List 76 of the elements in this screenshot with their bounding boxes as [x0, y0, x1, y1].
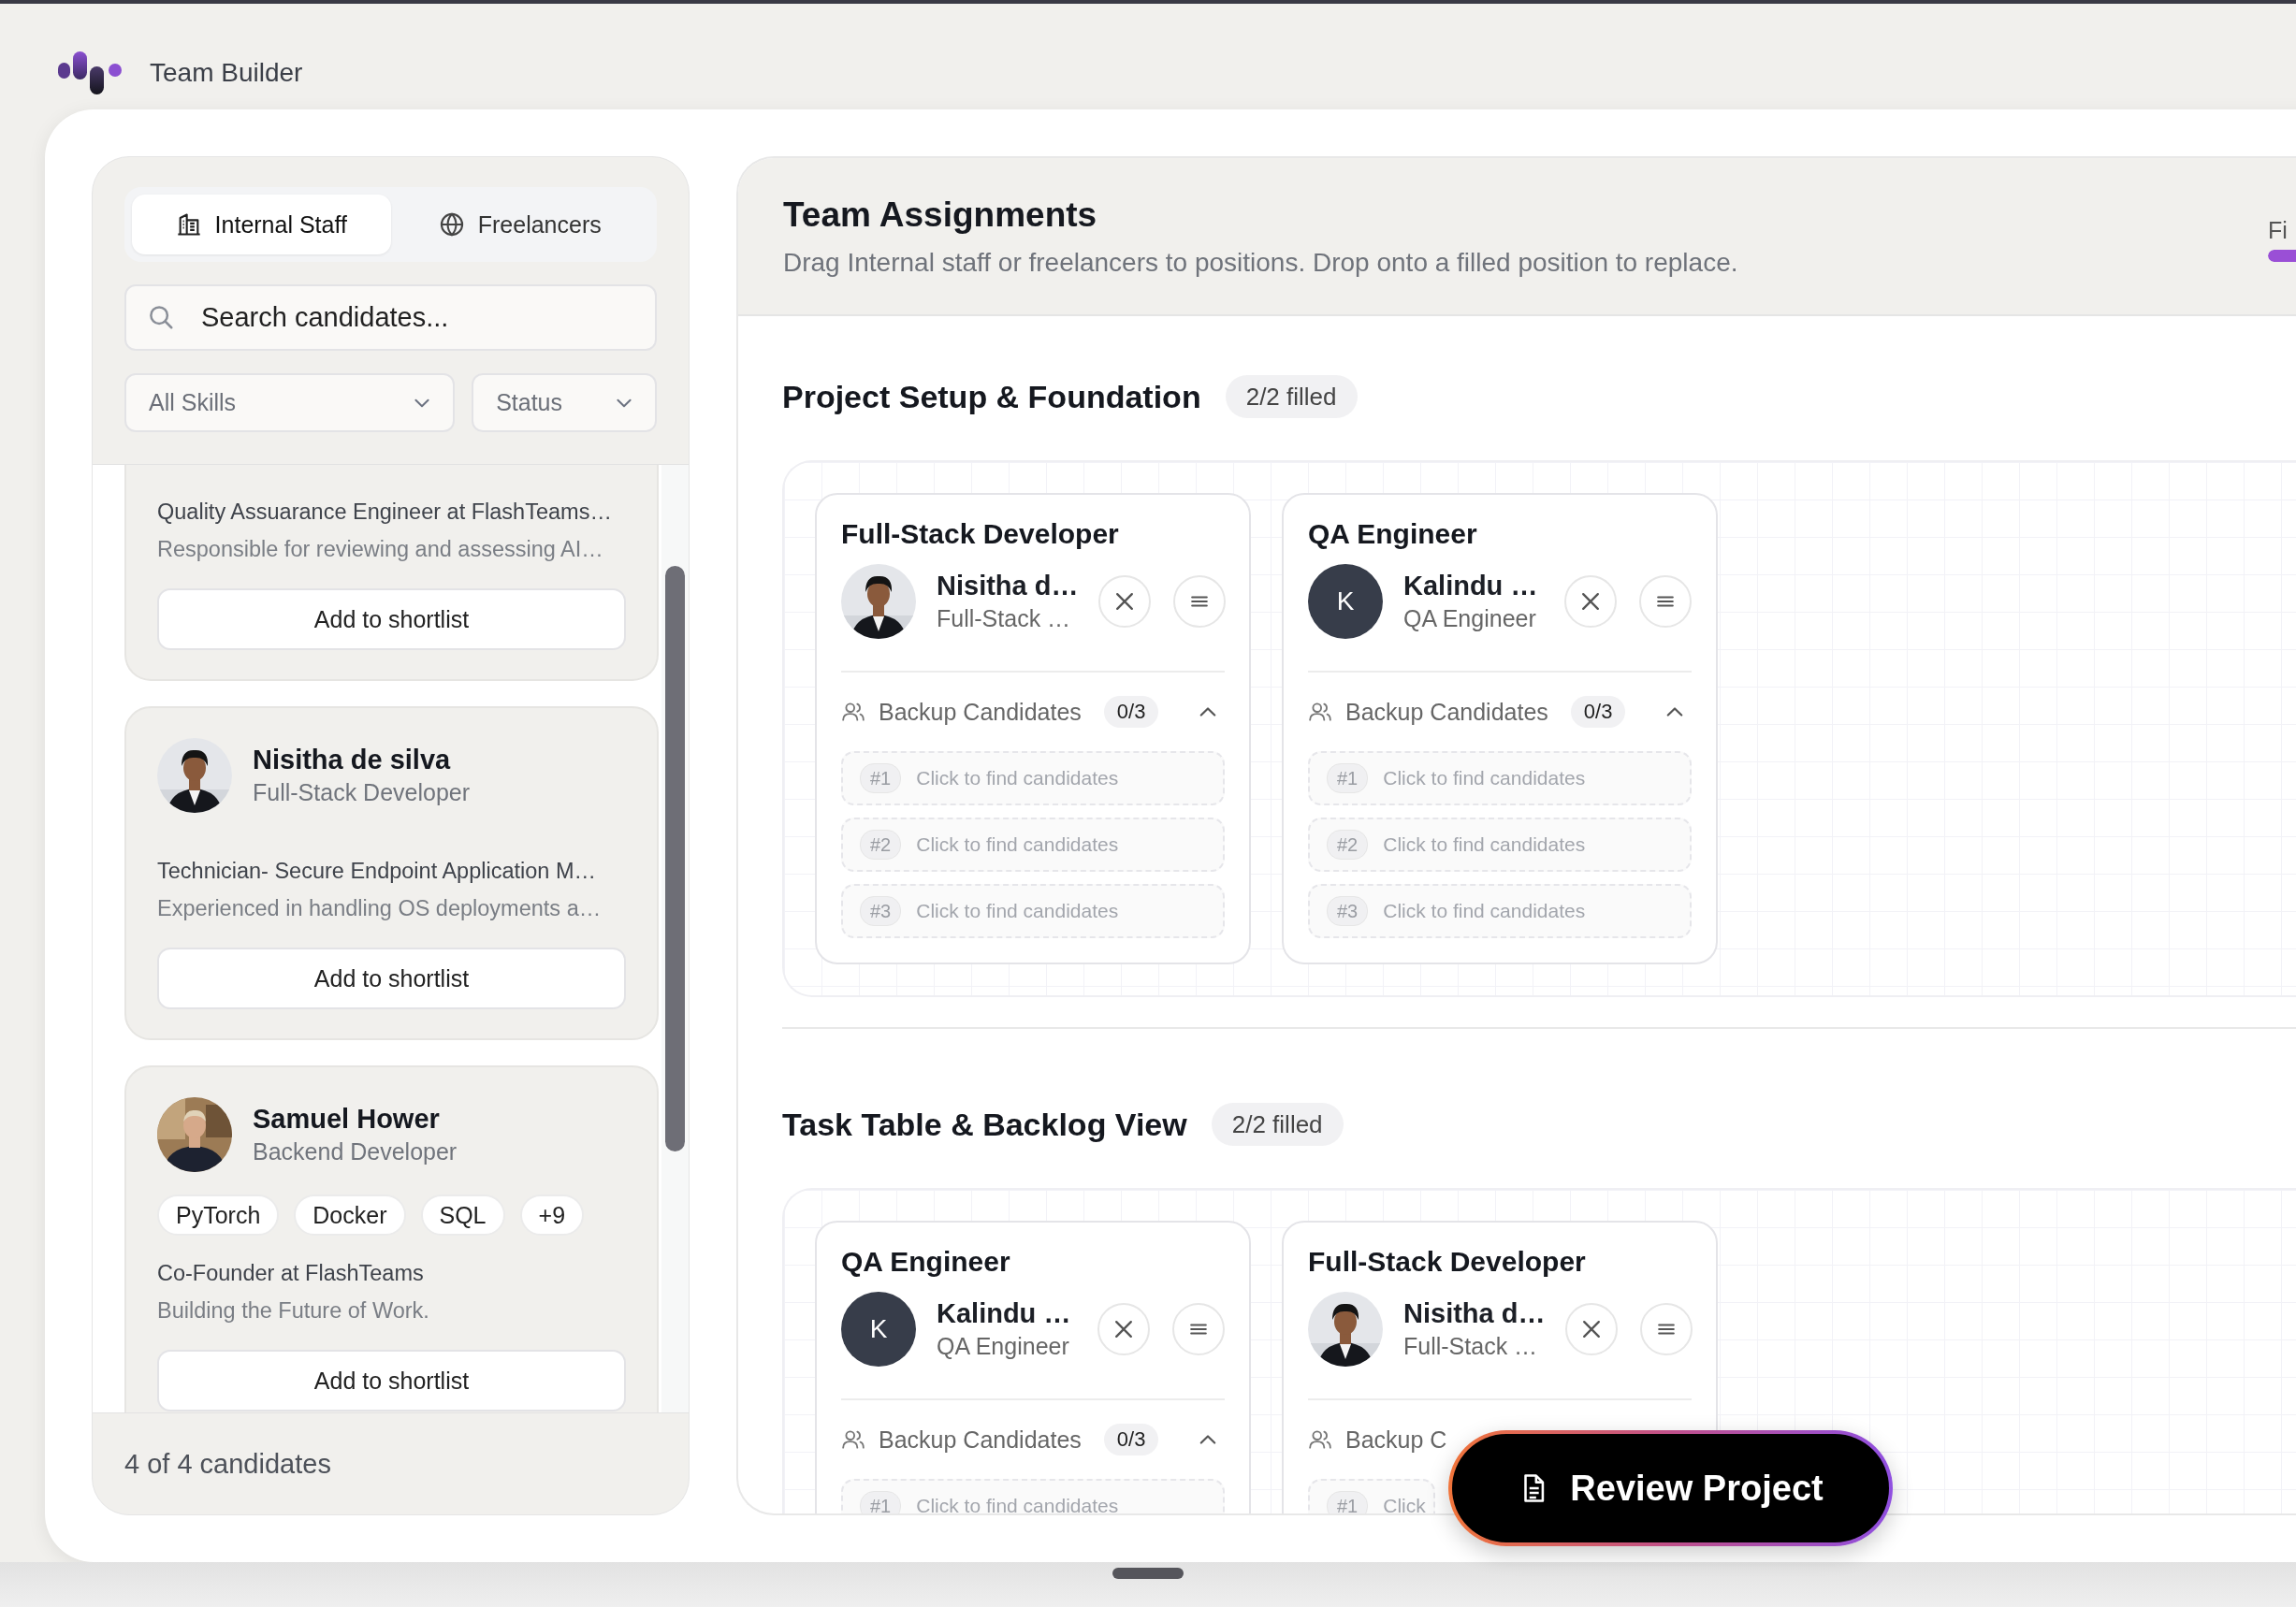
- section-title: Task Table & Backlog View: [782, 1106, 1187, 1143]
- backup-count: 0/3: [1103, 696, 1159, 728]
- slot-number: #1: [1327, 1491, 1369, 1513]
- position-title: QA Engineer: [841, 1245, 1011, 1279]
- assignee-name: Kalindu …: [937, 1297, 1071, 1330]
- shortlist-button[interactable]: Add to shortlist: [157, 1350, 626, 1412]
- search-field[interactable]: Search candidates...: [124, 284, 657, 351]
- candidate-summary: Experienced in handling OS deployments a…: [157, 895, 603, 922]
- candidate-count: 4 of 4 candidates: [124, 1448, 331, 1480]
- drag-handle[interactable]: [1112, 1568, 1184, 1579]
- filled-badge: 2/2 filled: [1225, 375, 1358, 418]
- assignee-name: Nisitha d…: [1403, 1297, 1546, 1330]
- position-title: Full-Stack Developer: [1308, 1245, 1587, 1279]
- assignee-name: Nisitha d…: [937, 570, 1079, 602]
- assignee-role: QA Engineer: [1403, 604, 1537, 633]
- skill-tag: +9: [519, 1194, 585, 1236]
- slot-number: #2: [1327, 830, 1369, 860]
- assignee-role: Full-Stack …: [937, 604, 1072, 633]
- search-icon: [147, 303, 175, 331]
- globe-icon: [438, 211, 465, 238]
- tab[interactable]: Freelancers: [390, 195, 649, 254]
- scrollbar-thumb[interactable]: [665, 566, 685, 1151]
- filter-dropdown[interactable]: All Skills: [124, 373, 456, 432]
- candidate-slot[interactable]: #3 Click to find candidates: [1308, 884, 1692, 938]
- panel-subtitle: Drag Internal staff or freelancers to positions. Drop onto a filled position to replace.: [783, 247, 1738, 279]
- avatar: K: [1308, 564, 1383, 639]
- candidate-role: Full-Stack Developer: [253, 778, 471, 807]
- candidate-name: Nisitha de silva: [253, 744, 452, 776]
- tab[interactable]: Internal Staff: [132, 195, 391, 254]
- progress-label: Fi: [2268, 216, 2288, 244]
- users-icon: [841, 700, 865, 724]
- shortlist-button[interactable]: Add to shortlist: [157, 588, 626, 650]
- slot-number: #1: [860, 1491, 902, 1513]
- slot-number: #2: [860, 830, 902, 860]
- panel-title: Team Assignments: [783, 195, 1098, 236]
- candidate-role: Backend Developer: [253, 1137, 458, 1166]
- position-title: QA Engineer: [1308, 517, 1478, 551]
- building-icon: [175, 211, 202, 238]
- assignee-role: QA Engineer: [937, 1332, 1070, 1361]
- remove-button[interactable]: [1097, 1303, 1150, 1355]
- backup-count: 0/3: [1570, 696, 1626, 728]
- filter-dropdown[interactable]: Status: [472, 373, 657, 432]
- candidate-summary: Building the Future of Work.: [157, 1297, 430, 1325]
- users-icon: [1308, 1427, 1332, 1452]
- skill-tag: PyTorch: [157, 1194, 280, 1236]
- remove-button[interactable]: [1564, 575, 1617, 628]
- skill-tag: Docker: [294, 1194, 406, 1236]
- filled-badge: 2/2 filled: [1211, 1103, 1344, 1146]
- position-title: Full-Stack Developer: [841, 517, 1120, 551]
- slot-number: #3: [1327, 896, 1369, 926]
- slot-number: #3: [860, 896, 902, 926]
- avatar: K: [841, 1292, 916, 1367]
- users-icon: [1308, 700, 1332, 724]
- section-title: Project Setup & Foundation: [782, 378, 1201, 415]
- candidate-slot[interactable]: #3 Click to find candidates: [841, 884, 1225, 938]
- candidate-name: Samuel Hower: [253, 1103, 441, 1136]
- backup-label: Backup Candidates: [1345, 698, 1548, 726]
- backup-label: Backup Candidates: [879, 698, 1082, 726]
- candidate-summary: Responsible for reviewing and assessing AI…: [157, 536, 604, 563]
- logo-icon: [58, 51, 122, 94]
- backup-label: Backup Candidates: [879, 1426, 1082, 1454]
- app-title: Team Builder: [150, 57, 303, 88]
- menu-button[interactable]: [1639, 575, 1692, 628]
- menu-button[interactable]: [1172, 1303, 1225, 1355]
- skill-tag: SQL: [420, 1194, 505, 1236]
- backup-count: 0/3: [1103, 1424, 1159, 1455]
- shortlist-button[interactable]: Add to shortlist: [157, 948, 626, 1009]
- candidate-headline: Technician- Secure Endpoint Application M…: [157, 858, 597, 885]
- users-icon: [841, 1427, 865, 1452]
- slot-number: #1: [1327, 763, 1369, 793]
- assignee-name: Kalindu …: [1403, 570, 1538, 602]
- backup-label: Backup C: [1345, 1426, 1447, 1454]
- candidate-headline: Co-Founder at FlashTeams: [157, 1260, 425, 1287]
- slot-number: #1: [860, 763, 902, 793]
- candidate-headline: Quality Assuarance Engineer at FlashTeams…: [157, 499, 613, 526]
- assignee-role: Full-Stack …: [1403, 1332, 1539, 1361]
